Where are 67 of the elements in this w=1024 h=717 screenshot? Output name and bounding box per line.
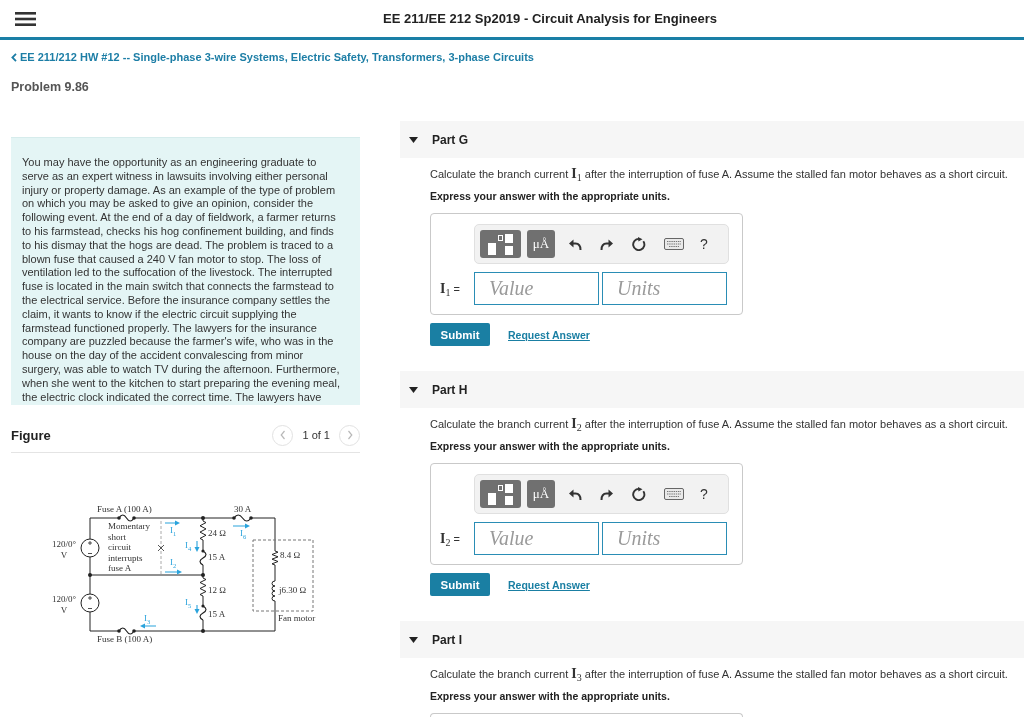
units-button[interactable]: μÅ: [527, 230, 555, 258]
current-label: I$_{5}$: [185, 597, 192, 612]
question-text: Calculate the branch current I$_{1}$ after the interruption of fuse A. Assume the stalled fan motor behaves as a short circuit.: [430, 166, 1009, 182]
undo-icon[interactable]: [568, 237, 582, 251]
circuit-label: 12 Ω: [208, 585, 226, 596]
help-button[interactable]: ?: [698, 486, 710, 502]
question-text: Calculate the branch current I$_{2}$ after the interruption of fuse A. Assume the stalled fan motor behaves as a short circuit.: [430, 416, 1009, 432]
circuit-label: 120/0° V: [50, 539, 78, 561]
keyboard-icon[interactable]: [664, 238, 684, 250]
answer-label: I$_{1}$ =: [440, 280, 461, 297]
answer-label: I$_{2}$ =: [440, 530, 461, 547]
problem-statement: You may have the opportunity as an engineering graduate to serve as an expert witness in lawsuits involving either personal injury or property damage. As an example of the type of problem on which you may be asked to give an opinion, consider the following event. At the end of a day of fieldwork, a farmer returns to his farmstead, checks his hog confinement building, and finds to his dismay that the hogs are dead. The problem is traced to a blown fuse that caused a 240 V fan motor to stop. The loss of ventilation led to the suffocation of the livestock. The interrupted fuse is located in the main switch that connects the farmstead to the electrical service. Before the insurance company settles the claim, it wants to know if the electric circuit supplying the farmstead functioned properly. The lawyers for the insurance company are puzzled because the farmer's wife, who was in the house on the day of the accident convalescing from minor surgery, was able to watch TV during the afternoon. Furthermore, when she went to the kitchen to start preparing the evening meal, the electric clock indicated the correct time. The lawyers have: [11, 137, 360, 406]
circuit-label: 120/0° V: [50, 594, 78, 616]
part-title: Part I: [432, 632, 462, 647]
value-field[interactable]: Value: [474, 522, 599, 555]
templates-button[interactable]: [480, 230, 521, 258]
templates-icon: [488, 483, 513, 505]
circuit-label: 30 A: [234, 504, 252, 515]
problem-title: Problem 9.86: [11, 80, 89, 94]
circuit-label: Fuse A (100 A): [97, 504, 152, 515]
reset-icon[interactable]: [632, 237, 646, 251]
instruction-text: Express your answer with the appropriate units.: [430, 439, 671, 453]
current-label: I$_{4}$: [185, 540, 192, 555]
units-field[interactable]: Units: [602, 272, 727, 305]
pager-label: 1 of 1: [302, 429, 330, 442]
current-label: I$_{1}$: [170, 525, 177, 540]
reset-icon[interactable]: [632, 487, 646, 501]
units-button[interactable]: μÅ: [527, 480, 555, 508]
figure-heading: Figure: [11, 427, 51, 443]
circuit-label: j6.30 Ω: [279, 585, 307, 596]
redo-icon[interactable]: [600, 487, 614, 501]
chevron-left-icon: [279, 430, 286, 441]
circuit-label: Fan motor: [278, 613, 316, 624]
templates-icon: [488, 233, 513, 255]
instruction-text: Express your answer with the appropriate units.: [430, 689, 671, 703]
current-label: I$_{3}$: [144, 613, 151, 628]
undo-icon[interactable]: [568, 487, 582, 501]
templates-button[interactable]: [480, 480, 521, 508]
chevron-right-icon: [346, 430, 353, 441]
menu-icon[interactable]: [15, 11, 36, 26]
circuit-label: Momentary short circuit interrupts fuse A: [108, 521, 150, 574]
value-field[interactable]: Value: [474, 272, 599, 305]
circuit-label: 15 A: [208, 552, 226, 563]
part-header[interactable]: Part I: [400, 621, 1024, 658]
current-label: I$_{6}$: [240, 528, 247, 543]
request-answer-link[interactable]: Request Answer: [508, 328, 590, 341]
course-title: EE 211/EE 212 Sp2019 - Circuit Analysis for Engineers: [383, 11, 718, 26]
circuit-label: 8.4 Ω: [280, 550, 301, 561]
instruction-text: Express your answer with the appropriate units.: [430, 189, 671, 203]
breadcrumb-link[interactable]: EE 211/212 HW #12 -- Single-phase 3-wire Systems, Electric Safety, Transformers, 3-phase Circuits: [11, 51, 534, 63]
circuit-label: 24 Ω: [208, 528, 226, 539]
units-field[interactable]: Units: [602, 522, 727, 555]
part-title: Part H: [432, 382, 468, 397]
part-header[interactable]: Part H: [400, 371, 1024, 408]
help-button[interactable]: ?: [698, 236, 710, 252]
submit-button[interactable]: Submit: [430, 573, 490, 596]
request-answer-link[interactable]: Request Answer: [508, 578, 590, 591]
redo-icon[interactable]: [600, 237, 614, 251]
part-header[interactable]: Part G: [400, 121, 1024, 158]
current-label: I$_{2}$: [170, 557, 177, 572]
circuit-label: 15 A: [208, 609, 226, 620]
circuit-label: Fuse B (100 A): [97, 634, 153, 645]
chevron-left-icon: [11, 52, 17, 62]
question-text: Calculate the branch current I$_{3}$ after the interruption of fuse A. Assume the stalled fan motor behaves as a short circuit.: [430, 666, 1009, 682]
keyboard-icon[interactable]: [664, 488, 684, 500]
part-title: Part G: [432, 132, 468, 147]
submit-button[interactable]: Submit: [430, 323, 490, 346]
